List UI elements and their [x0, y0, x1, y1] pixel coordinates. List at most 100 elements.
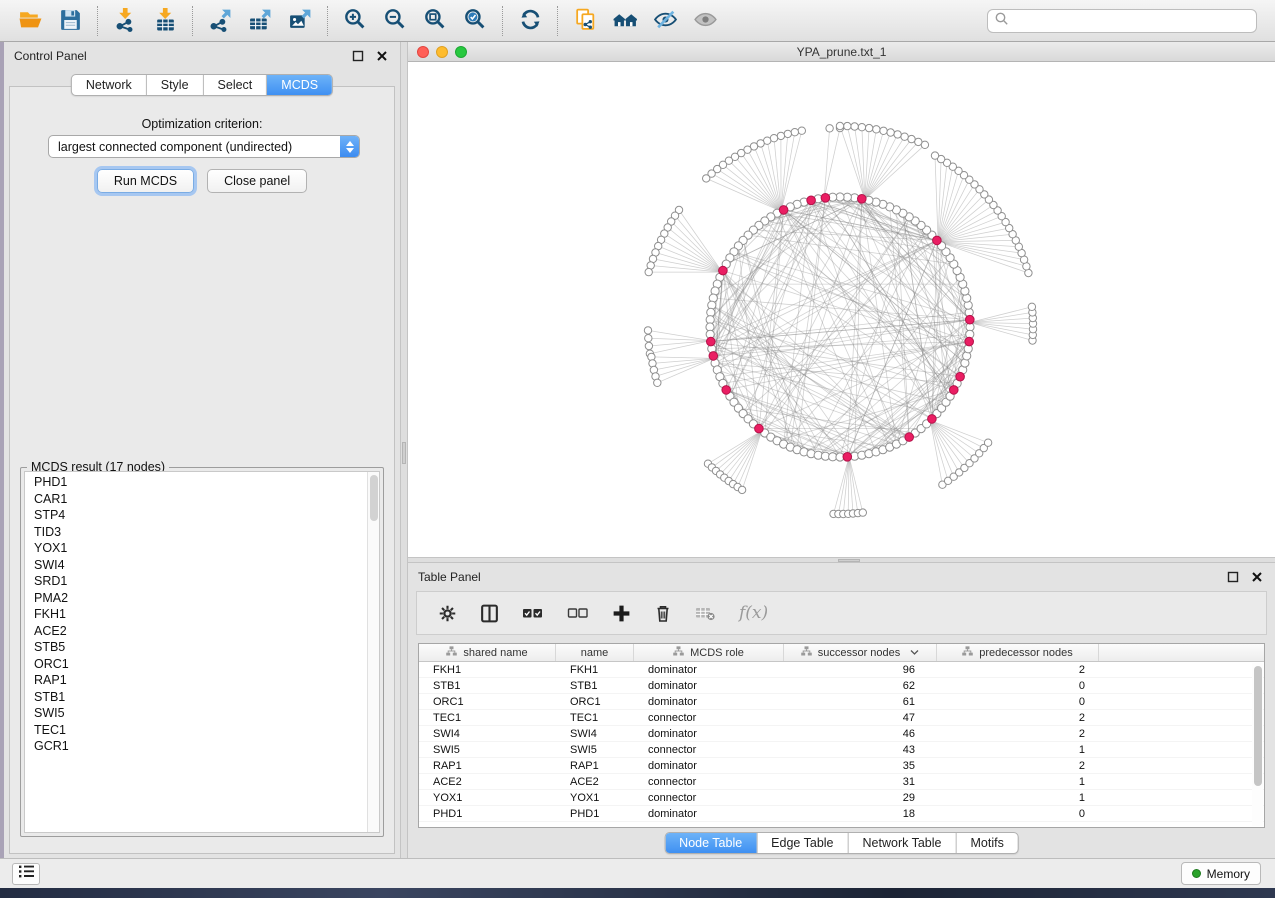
cell[interactable]: SWI5 [556, 742, 634, 757]
cell[interactable]: 96 [784, 662, 937, 677]
float-panel-icon[interactable] [350, 48, 366, 64]
tab-motifs[interactable]: Motifs [955, 833, 1017, 853]
table-row[interactable]: ACE2ACE2connector311 [419, 774, 1264, 790]
cell[interactable]: dominator [634, 758, 784, 773]
cell[interactable]: ORC1 [419, 694, 556, 709]
cell[interactable]: connector [634, 774, 784, 789]
cell[interactable]: YOX1 [419, 790, 556, 805]
zoom-selected-button[interactable] [455, 3, 495, 39]
table-scrollbar[interactable] [1252, 663, 1263, 826]
select-all-icon[interactable] [521, 603, 545, 623]
table-row[interactable]: PHD1PHD1dominator180 [419, 806, 1264, 822]
result-node-item[interactable]: ORC1 [25, 656, 366, 673]
tab-network[interactable]: Network [72, 75, 146, 95]
vertical-splitter[interactable] [400, 42, 408, 858]
unselect-all-icon[interactable] [566, 603, 590, 623]
splitter-handle[interactable] [402, 442, 406, 464]
cell[interactable]: 35 [784, 758, 937, 773]
cell[interactable]: 18 [784, 806, 937, 821]
cell[interactable]: dominator [634, 726, 784, 741]
table-row[interactable]: FKH1FKH1dominator962 [419, 662, 1264, 678]
cell[interactable]: SWI5 [419, 742, 556, 757]
result-node-item[interactable]: STP4 [25, 507, 366, 524]
save-session-button[interactable] [50, 3, 90, 39]
cell[interactable]: 0 [937, 694, 1099, 709]
cell[interactable]: dominator [634, 694, 784, 709]
tab-select[interactable]: Select [203, 75, 267, 95]
export-network-button[interactable] [200, 3, 240, 39]
cell[interactable]: 61 [784, 694, 937, 709]
cell[interactable]: 46 [784, 726, 937, 741]
result-node-item[interactable]: STB5 [25, 639, 366, 656]
cell[interactable]: 1 [937, 774, 1099, 789]
result-node-item[interactable]: SRD1 [25, 573, 366, 590]
result-node-item[interactable]: PMA2 [25, 590, 366, 607]
zoom-out-button[interactable] [375, 3, 415, 39]
cell[interactable]: TEC1 [556, 710, 634, 725]
open-folder-button[interactable] [10, 3, 50, 39]
table-row[interactable]: RAP1RAP1dominator352 [419, 758, 1264, 774]
cell[interactable]: 0 [937, 678, 1099, 693]
cell[interactable]: 2 [937, 726, 1099, 741]
cell[interactable]: 2 [937, 758, 1099, 773]
delete-row-icon[interactable] [653, 603, 673, 624]
float-panel-icon[interactable] [1225, 569, 1241, 585]
refresh-button[interactable] [510, 3, 550, 39]
automation-panel-button[interactable] [12, 863, 40, 885]
run-mcds-button[interactable]: Run MCDS [97, 169, 194, 193]
cell[interactable]: connector [634, 742, 784, 757]
close-panel-button[interactable]: Close panel [207, 169, 307, 193]
cell[interactable]: FKH1 [556, 662, 634, 677]
first-neighbors-button[interactable] [605, 3, 645, 39]
export-image-button[interactable] [280, 3, 320, 39]
cell[interactable]: 62 [784, 678, 937, 693]
cell[interactable]: PHD1 [556, 806, 634, 821]
result-node-item[interactable]: GCR1 [25, 738, 366, 755]
result-node-item[interactable]: SWI5 [25, 705, 366, 722]
search-box[interactable] [987, 9, 1257, 33]
zoom-fit-button[interactable] [415, 3, 455, 39]
column-header-shared-name[interactable]: shared name [419, 644, 556, 661]
table-row[interactable]: TEC1TEC1connector472 [419, 710, 1264, 726]
mcds-result-list[interactable]: PHD1CAR1STP4TID3YOX1SWI4SRD1PMA2FKH1ACE2… [24, 471, 380, 833]
cell[interactable]: connector [634, 790, 784, 805]
hide-selected-button[interactable] [645, 3, 685, 39]
cell[interactable]: TEC1 [419, 710, 556, 725]
network-canvas[interactable] [408, 62, 1275, 557]
network-graph[interactable] [408, 62, 1275, 557]
table-row[interactable]: SWI4SWI4dominator462 [419, 726, 1264, 742]
cell[interactable]: 47 [784, 710, 937, 725]
cell[interactable]: ORC1 [556, 694, 634, 709]
splitter-handle[interactable] [838, 559, 860, 562]
import-network-button[interactable] [105, 3, 145, 39]
memory-button[interactable]: Memory [1181, 862, 1261, 885]
cell[interactable]: FKH1 [419, 662, 556, 677]
close-panel-icon[interactable] [1249, 569, 1265, 585]
tab-mcds[interactable]: MCDS [266, 75, 332, 95]
cell[interactable]: ACE2 [556, 774, 634, 789]
cell[interactable]: dominator [634, 678, 784, 693]
tab-style[interactable]: Style [146, 75, 203, 95]
result-node-item[interactable]: PHD1 [25, 474, 366, 491]
cell[interactable]: 43 [784, 742, 937, 757]
criterion-dropdown[interactable]: largest connected component (undirected) [48, 135, 360, 158]
show-columns-icon[interactable] [479, 603, 500, 624]
node-table[interactable]: shared namenameMCDS rolesuccessor nodesp… [418, 643, 1265, 828]
cell[interactable]: 0 [937, 806, 1099, 821]
cell[interactable]: 1 [937, 742, 1099, 757]
cell[interactable]: 2 [937, 710, 1099, 725]
result-node-item[interactable]: ACE2 [25, 623, 366, 640]
result-node-item[interactable]: CAR1 [25, 491, 366, 508]
export-table-button[interactable] [240, 3, 280, 39]
cell[interactable]: RAP1 [419, 758, 556, 773]
cell[interactable]: 1 [937, 790, 1099, 805]
show-all-button[interactable] [685, 3, 725, 39]
cell[interactable]: connector [634, 710, 784, 725]
column-header-MCDS-role[interactable]: MCDS role [634, 644, 784, 661]
table-row[interactable]: YOX1YOX1connector291 [419, 790, 1264, 806]
import-table-button[interactable] [145, 3, 185, 39]
copy-share-button[interactable] [565, 3, 605, 39]
table-options-icon[interactable] [437, 603, 458, 624]
cell[interactable]: 29 [784, 790, 937, 805]
result-node-item[interactable]: YOX1 [25, 540, 366, 557]
